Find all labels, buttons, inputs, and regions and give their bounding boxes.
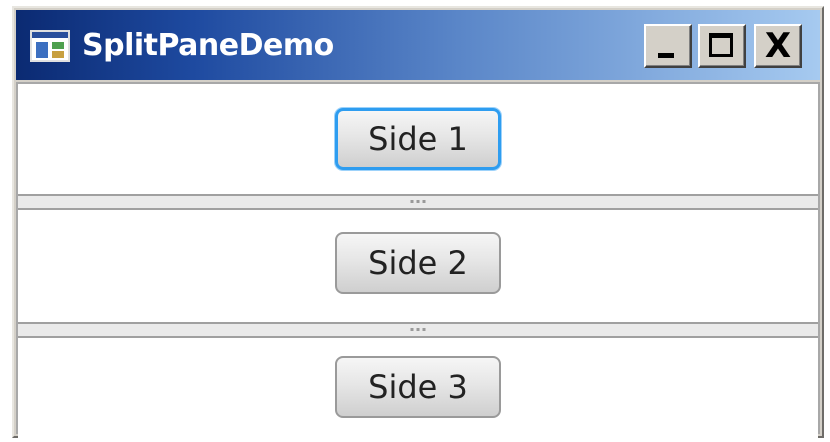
split-pane-top: Side 1 [18,84,818,194]
minimize-button[interactable] [644,24,692,68]
side-1-button[interactable]: Side 1 [335,108,501,170]
split-divider-2[interactable] [18,322,818,338]
app-icon[interactable] [30,30,70,62]
divider-grip-icon [410,328,426,331]
divider-grip-icon [410,200,426,203]
side-3-button[interactable]: Side 3 [335,356,501,418]
minimize-icon [658,53,674,58]
split-pane-container: Side 1 Side 2 Side 3 [16,82,820,438]
title-bar[interactable]: SplitPaneDemo X [16,10,820,80]
split-divider-1[interactable] [18,194,818,210]
maximize-icon [709,33,733,57]
window-title: SplitPaneDemo [82,28,334,63]
maximize-button[interactable] [698,24,746,68]
side-2-button[interactable]: Side 2 [335,232,501,294]
close-icon: X [764,26,792,66]
split-pane-middle: Side 2 [18,210,818,322]
app-window: SplitPaneDemo X Side 1 Side 2 Side 3 [12,6,824,438]
close-button[interactable]: X [754,24,802,68]
split-pane-bottom: Side 3 [18,338,818,438]
